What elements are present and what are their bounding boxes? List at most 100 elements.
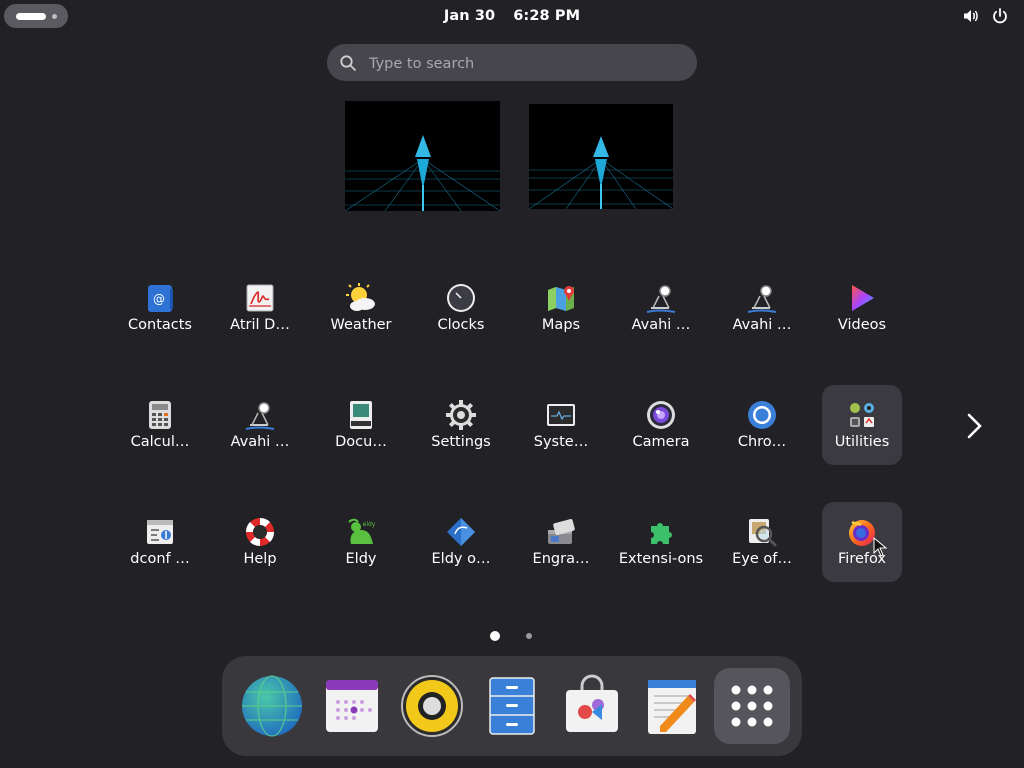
page-dot-active[interactable] (490, 631, 500, 641)
system-monitor-icon (547, 404, 575, 426)
dconf-icon (147, 520, 173, 544)
text-editor-icon (648, 680, 696, 734)
extensions-icon (651, 523, 672, 544)
avahi-icon (747, 285, 777, 313)
dock-item-files[interactable] (478, 672, 546, 740)
avahi-icon (646, 285, 676, 313)
app-label: Avahi … (732, 317, 792, 333)
app-label: Engra… (532, 551, 590, 567)
app-label: Videos (837, 317, 887, 333)
app-avahi-3[interactable]: Avahi … (220, 385, 300, 465)
maps-icon (548, 286, 574, 311)
workspace-thumbnail-2[interactable] (529, 104, 673, 209)
weather-icon (346, 283, 375, 311)
app-label: Extensi-ons (618, 551, 704, 567)
clocks-icon (447, 284, 475, 312)
app-eye-of-gnome[interactable]: Eye of… (722, 502, 802, 582)
utilities-folder-icon (850, 403, 874, 427)
app-system-monitor[interactable]: Syste… (521, 385, 601, 465)
app-label: Calcul… (130, 434, 190, 450)
dock-item-software[interactable] (558, 672, 626, 740)
show-apps-button[interactable] (714, 668, 790, 744)
svg-text:@: @ (153, 292, 165, 306)
software-icon (566, 674, 618, 732)
show-apps-icon (731, 685, 773, 727)
search-bar[interactable] (327, 44, 697, 83)
avahi-icon (245, 402, 275, 430)
app-clocks[interactable]: Clocks (421, 268, 501, 348)
app-label: Docu… (335, 434, 387, 450)
volume-icon[interactable] (962, 7, 980, 25)
help-icon (245, 517, 275, 547)
app-document-scanner[interactable]: Docu… (321, 385, 401, 465)
app-label: Chro… (737, 434, 787, 450)
app-eldy[interactable]: eldy Eldy (321, 502, 401, 582)
app-label: Weather (330, 317, 392, 333)
mouse-cursor-icon (873, 537, 887, 557)
rhythmbox-icon (401, 675, 463, 737)
app-label: Utilities (834, 434, 890, 450)
eye-of-gnome-icon (749, 519, 777, 547)
app-label: Firefox (838, 551, 886, 567)
app-settings[interactable]: Settings (421, 385, 501, 465)
dock-item-rhythmbox[interactable] (398, 672, 466, 740)
app-firefox[interactable]: Firefox (822, 502, 902, 582)
workspace-thumbnail-1[interactable] (345, 101, 500, 211)
search-input[interactable] (367, 44, 681, 83)
app-contacts[interactable]: @ Contacts (120, 268, 200, 348)
app-label: Settings (431, 434, 491, 450)
dock-item-calendar[interactable] (318, 672, 386, 740)
app-avahi-2[interactable]: Avahi … (722, 268, 802, 348)
time-label: 6:28 PM (513, 8, 581, 24)
app-chromium[interactable]: Chro… (722, 385, 802, 465)
videos-icon (852, 285, 874, 311)
page-dot[interactable] (526, 633, 532, 639)
camera-icon (647, 401, 675, 429)
app-dconf[interactable]: dconf … (120, 502, 200, 582)
eldy-online-icon (447, 518, 475, 546)
eldy-icon: eldy (348, 518, 376, 544)
wallpaper-image (345, 101, 500, 211)
dock-item-browser[interactable] (238, 672, 306, 740)
date-label: Jan 30 (443, 8, 496, 24)
app-label: Help (243, 551, 277, 567)
engrampa-icon (548, 519, 575, 544)
app-camera[interactable]: Camera (621, 385, 701, 465)
app-calculator[interactable]: Calcul… (120, 385, 200, 465)
app-label: Camera (632, 434, 690, 450)
wallpaper-image (529, 104, 673, 209)
next-page-arrow-icon[interactable] (962, 410, 986, 442)
app-atril[interactable]: Atril D… (220, 268, 300, 348)
app-label: Eldy o… (431, 551, 491, 567)
app-weather[interactable]: Weather (321, 268, 401, 348)
app-label: Avahi … (631, 317, 691, 333)
calculator-icon (149, 401, 171, 429)
app-extensions[interactable]: Extensi-ons (619, 502, 703, 582)
browser-icon (242, 675, 302, 737)
top-bar: Jan 30 6:28 PM (0, 0, 1024, 32)
app-label: Atril D… (230, 317, 290, 333)
app-avahi-1[interactable]: Avahi … (621, 268, 701, 348)
app-label: Clocks (437, 317, 485, 333)
clock[interactable]: Jan 30 6:28 PM (0, 0, 1024, 32)
files-icon (489, 677, 535, 735)
app-eldy-online[interactable]: Eldy o… (421, 502, 501, 582)
document-scanner-icon (350, 401, 372, 429)
app-engrampa[interactable]: Engra… (521, 502, 601, 582)
app-label: Eye of… (732, 551, 792, 567)
power-icon[interactable] (991, 7, 1009, 25)
app-maps[interactable]: Maps (521, 268, 601, 348)
app-help[interactable]: Help (220, 502, 300, 582)
atril-icon (246, 284, 274, 312)
chromium-icon (748, 401, 776, 429)
app-label: dconf … (130, 551, 190, 567)
app-label: Syste… (533, 434, 589, 450)
search-icon (340, 55, 356, 71)
folder-utilities[interactable]: Utilities (822, 385, 902, 465)
app-label: Eldy (345, 551, 377, 567)
svg-text:eldy: eldy (363, 521, 376, 528)
dock-item-text-editor[interactable] (638, 672, 706, 740)
contacts-icon: @ (148, 285, 173, 312)
app-videos[interactable]: Videos (822, 268, 902, 348)
app-label: Contacts (128, 317, 192, 333)
